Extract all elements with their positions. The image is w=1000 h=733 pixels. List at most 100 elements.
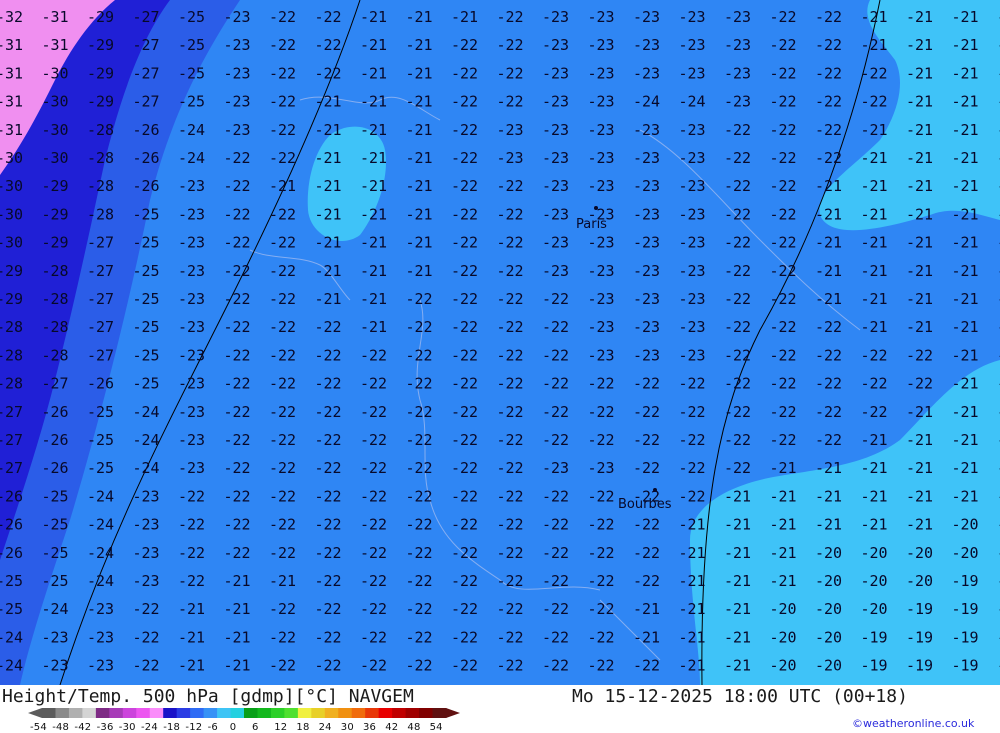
temperature-label: -22 [588,516,615,534]
temperature-label: -22 [360,403,387,421]
temperature-label: -21 [406,8,433,26]
temperature-label: -21 [906,93,933,111]
temperature-label: -31 [0,121,23,139]
temperature-label: -21 [861,459,888,477]
temperature-label: -30 [0,234,23,252]
temperature-label: -19 [952,657,979,675]
temperature-label: -20 [770,657,797,675]
temperature-label: -21 [952,205,979,223]
temperature-label: -22 [724,177,751,195]
temperature-label: -22 [633,572,660,590]
temperature-label: -25 [133,205,160,223]
temperature-label: -22 [360,487,387,505]
colorbar-cell [149,708,164,718]
temperature-label: -22 [497,262,524,280]
temperature-label: -23 [588,346,615,364]
colorbar-label: 54 [429,722,443,733]
temperature-label: -21 [178,657,205,675]
temperature-label: -22 [497,36,524,54]
temperature-label: -22 [269,8,296,26]
temperature-label: -23 [542,8,569,26]
temperature-label: -21 [360,290,387,308]
temperature-label: -23 [178,375,205,393]
temperature-label: -22 [451,572,478,590]
temperature-label: -22 [497,600,524,618]
temperature-label: -21 [224,572,251,590]
temperature-label: -21 [906,403,933,421]
temperature-label: -25 [87,431,114,449]
temperature-label: -22 [770,205,797,223]
colorbar-cell [297,708,312,718]
temperature-label: -22 [406,346,433,364]
temperature-label: -21 [906,262,933,280]
temperature-label: -21 [406,36,433,54]
temperature-label: -23 [679,234,706,252]
temperature-label: -25 [133,346,160,364]
temperature-label: -23 [133,544,160,562]
colorbar-label: -12 [185,722,203,733]
temperature-label: -23 [588,36,615,54]
temperature-label: -23 [679,205,706,223]
temperature-label: -21 [770,544,797,562]
temperature-label: -29 [42,177,69,195]
temperature-label: -32 [0,8,23,26]
temperature-label: -21 [861,8,888,26]
temperature-label: -25 [0,600,23,618]
temperature-label: -23 [679,346,706,364]
credit-link[interactable]: ©weatheronline.co.uk [852,717,974,730]
colorbar-cell [136,708,151,718]
temperature-label: -22 [360,459,387,477]
temperature-label: -21 [815,290,842,308]
temperature-label: -19 [861,628,888,646]
temperature-label: -22 [542,346,569,364]
temperature-label: -21 [724,572,751,590]
temperature-label: -23 [178,346,205,364]
temperature-label: -20 [861,572,888,590]
temperature-label: -21 [269,177,296,195]
temperature-label: -22 [497,657,524,675]
temperature-label: -21 [815,177,842,195]
temperature-label: -22 [451,205,478,223]
temperature-label: -22 [315,572,342,590]
temperature-label: -21 [861,36,888,54]
temperature-label: -21 [815,516,842,534]
temperature-label: -22 [861,346,888,364]
colorbar-cell [203,708,218,718]
temperature-label: -22 [497,93,524,111]
temperature-label: -28 [87,205,114,223]
temperature-label: -22 [770,318,797,336]
temperature-label: -21 [861,234,888,252]
temperature-label: -30 [42,149,69,167]
temperature-label: -22 [224,431,251,449]
temperature-label: -22 [542,572,569,590]
temperature-label: -27 [133,36,160,54]
temperature-label: -19 [906,600,933,618]
temperature-label: -23 [679,121,706,139]
temperature-label: -21 [952,403,979,421]
colorbar-label: -18 [163,722,181,733]
colorbar-label: 18 [296,722,310,733]
temperature-label: -24 [133,431,160,449]
temperature-label: -23 [497,149,524,167]
temperature-label: -22 [269,657,296,675]
temperature-label: -22 [815,8,842,26]
temperature-label: -23 [679,8,706,26]
temperature-label: -21 [952,487,979,505]
temperature-label: -29 [42,234,69,252]
temperature-label: -22 [588,600,615,618]
temperature-label: -21 [815,234,842,252]
temperature-label: -28 [0,318,23,336]
temperature-label: -23 [542,205,569,223]
temperature-label: -24 [87,572,114,590]
colorbar-label: 42 [385,722,399,733]
temperature-label: -23 [542,93,569,111]
temperature-label: -22 [815,93,842,111]
temperature-label: -22 [178,487,205,505]
colorbar-cell [68,708,83,718]
temperature-label: -22 [451,375,478,393]
temperature-label: -24 [178,149,205,167]
temperature-label: -22 [269,36,296,54]
temperature-label: -22 [360,657,387,675]
temperature-label: -22 [269,544,296,562]
temperature-label: -22 [497,516,524,534]
